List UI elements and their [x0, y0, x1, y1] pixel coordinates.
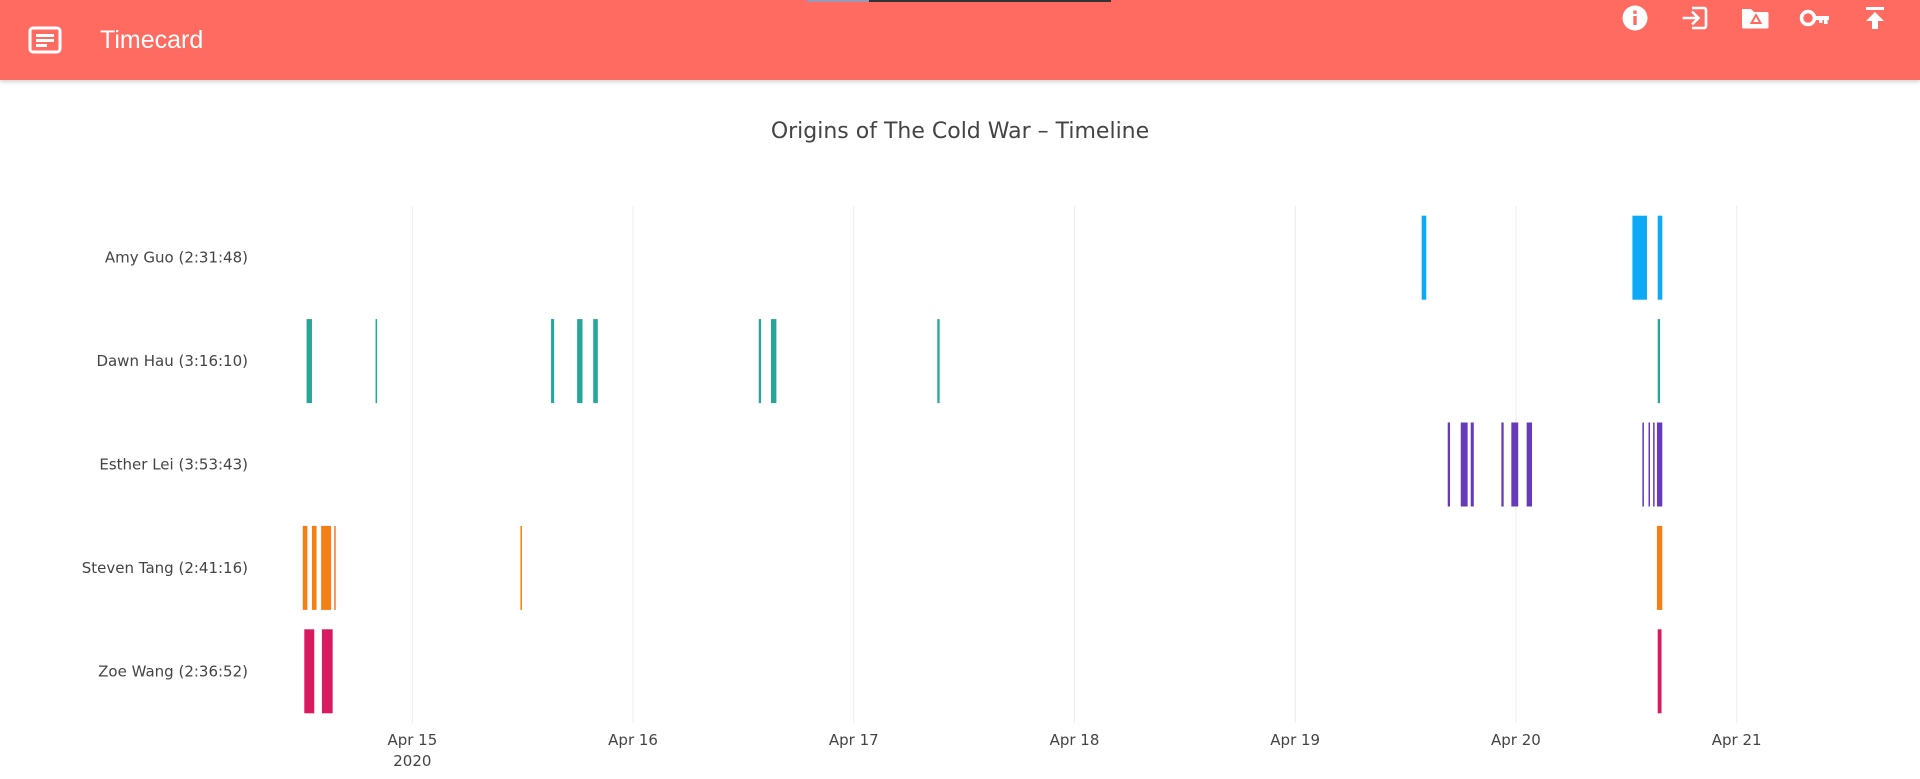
timeline-bar: [520, 525, 522, 610]
timeline-bar: [302, 525, 308, 610]
app-title: Timecard: [100, 26, 204, 54]
timeline-bar: [1657, 319, 1661, 404]
x-tick-label: Apr 20: [1491, 731, 1541, 749]
timeline-bar: [551, 319, 555, 404]
tab-indicator-faint: [807, 0, 869, 2]
timeline-bar: [937, 319, 940, 404]
login-button[interactable]: [1675, 0, 1715, 36]
timeline-bar: [1526, 422, 1533, 507]
key-icon: [1799, 9, 1829, 27]
timeline-bar: [758, 319, 762, 404]
tab-indicator: [869, 0, 1111, 2]
timeline-bar: [1656, 525, 1663, 610]
x-tick-label: Apr 19: [1270, 731, 1320, 749]
timeline-bar: [1656, 422, 1663, 507]
timeline-bar: [1657, 215, 1663, 300]
x-tick-label: Apr 15: [387, 731, 437, 749]
timeline-bar: [304, 629, 315, 714]
upload-icon: [1866, 7, 1884, 29]
x-tick-label: Apr 21: [1712, 731, 1762, 749]
info-button[interactable]: [1615, 0, 1655, 36]
app-bar: Timecard: [0, 0, 1920, 80]
timeline-bar: [593, 319, 598, 404]
timeline-bar: [321, 629, 333, 714]
drive-folder-icon: [1742, 9, 1769, 29]
timeline-bar: [1447, 422, 1451, 507]
menu-icon: [28, 26, 62, 54]
timeline-bar: [1511, 422, 1519, 507]
x-tick-sublabel: 2020: [393, 752, 431, 770]
menu-button[interactable]: [22, 22, 68, 58]
timeline-bar: [1501, 422, 1504, 507]
timeline-bar: [577, 319, 583, 404]
timeline-bar: [334, 525, 336, 610]
timeline-bar: [1657, 629, 1662, 714]
timeline-bar: [1470, 422, 1474, 507]
x-tick-label: Apr 16: [608, 731, 658, 749]
drive-folder-button[interactable]: [1735, 0, 1775, 36]
timeline-bar: [1460, 422, 1468, 507]
row-label: Steven Tang (2:41:16): [82, 559, 248, 577]
x-tick-label: Apr 18: [1050, 731, 1100, 749]
row-label: Amy Guo (2:31:48): [105, 249, 248, 267]
timeline-bar: [311, 525, 317, 610]
timeline-bar: [321, 525, 332, 610]
timeline-bar: [1653, 422, 1655, 507]
row-label: Dawn Hau (3:16:10): [96, 352, 248, 370]
login-icon: [1682, 6, 1708, 30]
info-icon: [1622, 5, 1648, 31]
row-label: Esther Lei (3:53:43): [99, 456, 248, 474]
timeline-bar: [771, 319, 777, 404]
upload-button[interactable]: [1855, 0, 1895, 36]
x-tick-label: Apr 17: [829, 731, 879, 749]
timeline-bar: [375, 319, 378, 404]
timeline-bar: [1648, 422, 1651, 507]
timeline-chart: Apr 15 2020 Apr 16 Apr 17 Apr 18 Apr 19 Apr 20…: [82, 206, 1762, 770]
timeline-bar: [1632, 215, 1647, 300]
timeline-bar: [306, 319, 312, 404]
timeline-bar: [1642, 422, 1644, 507]
timeline-bar: [1421, 215, 1427, 300]
row-label: Zoe Wang (2:36:52): [98, 662, 248, 680]
key-button[interactable]: [1795, 0, 1835, 36]
